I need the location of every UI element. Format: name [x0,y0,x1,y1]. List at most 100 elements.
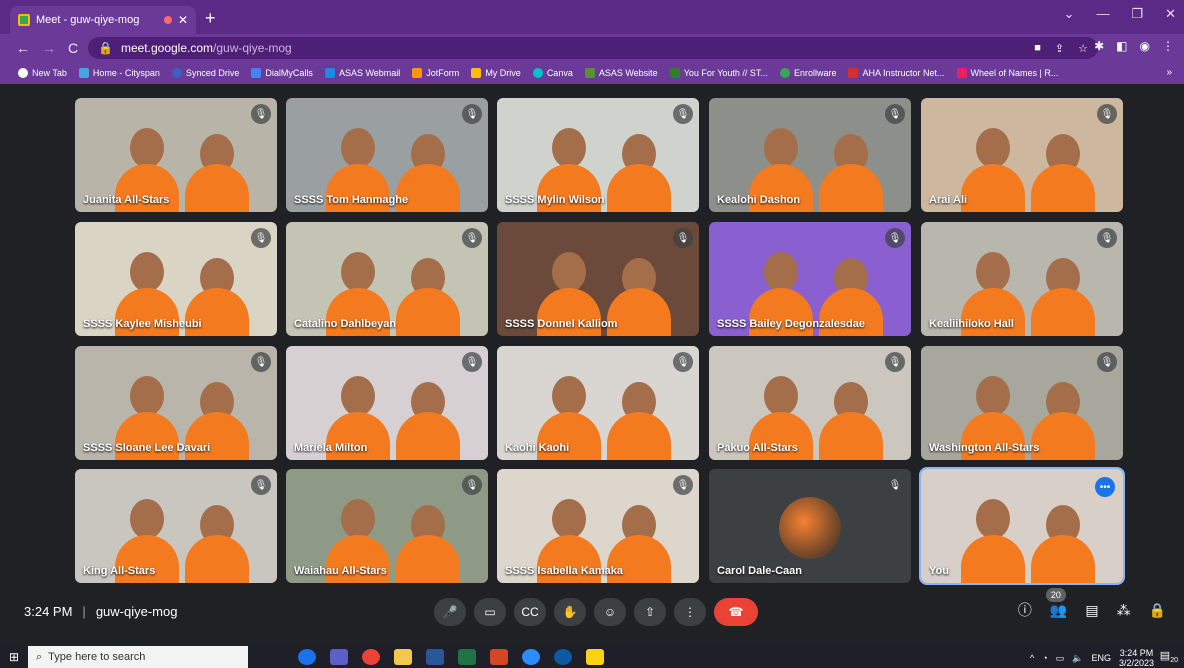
taskbar-search-input[interactable]: ⌕ Type here to search [28,646,248,668]
bookmark-item[interactable]: ASAS Website [584,68,658,78]
browser-menu-icon[interactable]: ⋮ [1162,39,1174,53]
back-arrow-icon[interactable]: ← [16,40,30,56]
camera-indicator-icon[interactable]: ■ [1034,42,1041,55]
bookmark-item[interactable]: JotForm [412,68,459,78]
captions-button[interactable]: CC [514,598,546,626]
participant-tile[interactable]: Kealohi Dashon 🎙 [709,98,911,212]
participant-tile[interactable]: SSSS Isabella Kamaka 🎙 [497,469,699,583]
participant-tile[interactable]: SSSS Mylin Wilson 🎙 [497,98,699,212]
share-icon[interactable]: ⇪ [1055,42,1064,55]
participant-tile[interactable]: Juanita All-Stars 🎙 [75,98,277,212]
participant-figure [976,499,1010,539]
bookmark-item[interactable]: Home - Cityspan [78,68,160,78]
more-options-button[interactable]: ⋮ [674,598,706,626]
excel-icon[interactable] [458,649,476,665]
system-tray: ^ ◔ ▭ 🔈 ENG 3:24 PM 3/2/2023 [1030,648,1154,668]
participant-tile[interactable]: SSSS Tom Hanmaghe 🎙 [286,98,488,212]
extensions-puzzle-icon[interactable]: ✱ [1094,39,1104,53]
notification-center-icon[interactable]: ▤20 [1160,649,1178,664]
new-tab-button[interactable]: + [205,8,216,29]
bookmark-item[interactable]: Enrollware [779,68,836,78]
bookmarks-overflow-icon[interactable]: » [1166,67,1172,78]
participant-figure [341,128,375,168]
close-window-button[interactable]: ✕ [1165,6,1176,22]
bookmark-item[interactable]: AHA Instructor Net... [848,68,945,78]
edge-icon[interactable] [554,649,572,665]
participant-figure [552,499,586,539]
chrome-icon[interactable] [362,649,380,665]
end-call-button[interactable]: ☎ [714,598,758,626]
participant-tile[interactable]: Catalino Dahlbeyan 🎙 [286,222,488,336]
bookmark-item[interactable]: DialMyCalls [251,68,313,78]
forward-arrow-icon[interactable]: → [42,40,56,56]
mic-off-icon: 🎙 [1097,104,1117,124]
participant-tile[interactable]: Mariela Milton 🎙 [286,346,488,460]
bookmark-item[interactable]: Synced Drive [171,68,239,78]
bookmark-star-icon[interactable]: ☆ [1078,42,1088,55]
taskbar-clock[interactable]: 3:24 PM 3/2/2023 [1119,648,1154,668]
minimize-button[interactable]: — [1096,6,1109,22]
windows-taskbar: ⊞ ⌕ Type here to search ^ ◔ ▭ 🔈 ENG 3:24… [0,646,1184,668]
cortana-icon[interactable] [298,649,316,665]
present-button[interactable]: ⇧ [634,598,666,626]
participant-tile[interactable]: SSSS Bailey Degonzalesdae 🎙 [709,222,911,336]
teams-icon[interactable] [330,649,348,665]
microphone-button[interactable]: 🎤 [434,598,466,626]
meet-video-grid: Juanita All-Stars 🎙 SSSS Tom Hanmaghe 🎙 SSSS… [0,84,1184,598]
bookmark-item[interactable]: Wheel of Names | R... [956,68,1058,78]
bookmark-item[interactable]: ASAS Webmail [324,68,400,78]
zoom-icon[interactable] [522,649,540,665]
windows-start-icon[interactable]: ⊞ [0,650,28,664]
side-panel-icon[interactable]: ◧ [1116,39,1127,53]
chat-icon[interactable]: ▤ [1085,602,1098,619]
wifi-icon[interactable]: ◔ [1042,653,1047,663]
participant-tile[interactable]: Waiahau All-Stars 🎙 [286,469,488,583]
tab-search-chevron-icon[interactable]: ⌄ [1064,6,1075,22]
powerpoint-icon[interactable] [490,649,508,665]
participant-name: SSSS Isabella Kamaka [505,565,624,577]
window-controls: ⌄ — ❐ ✕ [1064,6,1176,22]
bookmark-item[interactable]: Canva [532,68,573,78]
file-explorer-icon[interactable] [394,649,412,665]
bookmark-item[interactable]: You For Youth // ST... [669,68,768,78]
meeting-code: guw-qiye-mog [95,604,178,619]
bookmark-item[interactable]: My Drive [471,68,521,78]
meeting-details-icon[interactable]: ⓘ [1018,600,1032,620]
participant-tile[interactable]: SSSS Sloane Lee Davari 🎙 [75,346,277,460]
participant-tile[interactable]: King All-Stars 🎙 [75,469,277,583]
profile-avatar[interactable]: ◉ [1140,39,1150,53]
browser-tab-strip: Meet - guw-qiye-mog ✕ + ⌄ — ❐ ✕ [0,0,1184,34]
raise-hand-button[interactable]: ✋ [554,598,586,626]
reload-icon[interactable]: C [68,40,78,56]
reactions-button[interactable]: ☺ [594,598,626,626]
participant-tile[interactable]: Arai Ali 🎙 [921,98,1123,212]
host-controls-icon[interactable]: 🔒 [1149,602,1166,619]
participant-tile[interactable]: SSSS Kaylee Misheubi 🎙 [75,222,277,336]
tray-overflow-icon[interactable]: ^ [1030,653,1034,663]
participant-tile[interactable]: Carol Dale-Caan 🎙 [709,469,911,583]
language-indicator[interactable]: ENG [1091,653,1111,663]
volume-icon[interactable]: 🔈 [1072,653,1083,664]
participant-tile[interactable]: Washington All-Stars 🎙 [921,346,1123,460]
participant-tile[interactable]: Kaohi Kaohi 🎙 [497,346,699,460]
restore-button[interactable]: ❐ [1131,6,1143,22]
meeting-info-separator: | [82,604,86,619]
url-host: meet.google.com [120,41,214,55]
battery-icon[interactable]: ▭ [1056,653,1065,664]
participant-tile[interactable]: SSSS Donnel Kalliom 🎙 [497,222,699,336]
tile-more-options-icon[interactable]: ••• [1095,477,1115,497]
sticky-notes-icon[interactable] [586,649,604,665]
participant-tile[interactable]: Kealiihiloko Hall 🎙 [921,222,1123,336]
bookmark-item[interactable]: New Tab [18,68,67,78]
tab-close-icon[interactable]: ✕ [178,13,188,27]
url-omnibox[interactable]: 🔒 meet.google.com/guw-qiye-mog ■ ⇪ ☆ [88,37,1098,59]
camera-button[interactable]: ▭ [474,598,506,626]
word-icon[interactable] [426,649,444,665]
browser-tab-meet[interactable]: Meet - guw-qiye-mog ✕ [10,6,196,34]
activities-icon[interactable]: ⁂ [1117,602,1131,619]
participant-name: SSSS Sloane Lee Davari [83,442,211,454]
participant-tile[interactable]: You ••• [919,467,1125,585]
people-button[interactable]: 20 👥 [1045,587,1067,619]
taskbar-apps [298,649,604,665]
participant-tile[interactable]: Pakuo All-Stars 🎙 [709,346,911,460]
